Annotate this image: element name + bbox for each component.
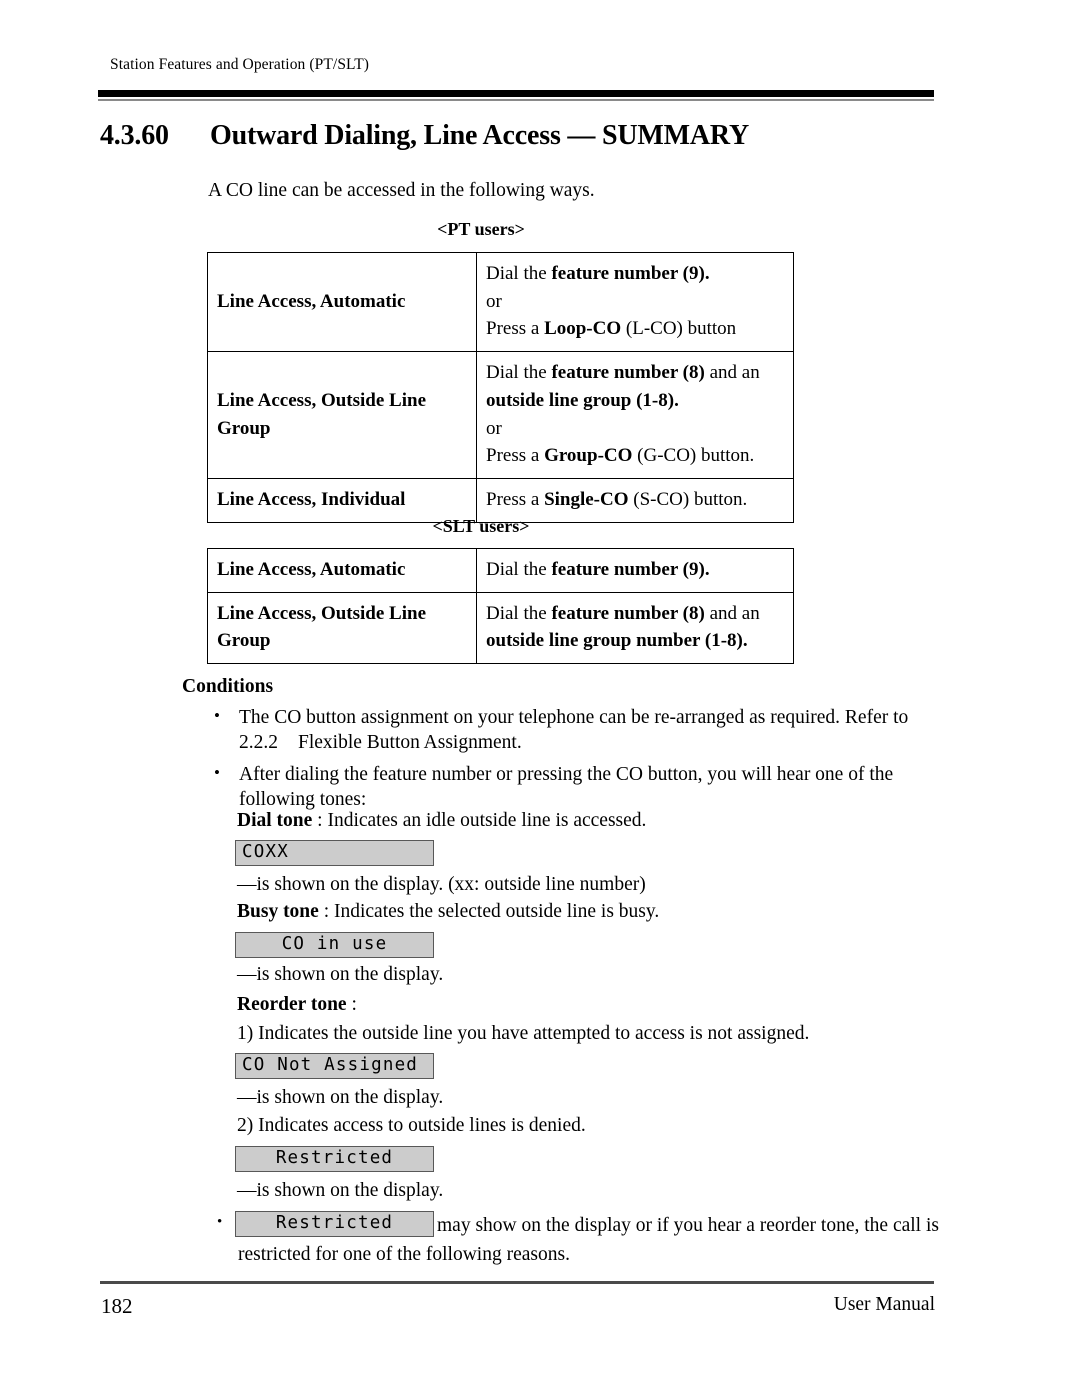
bullet-line-1: After dialing the feature number or pres… — [239, 763, 894, 785]
row-label: Line Access, Outside Line Group — [207, 591, 477, 665]
bullet-icon: • — [214, 706, 220, 725]
dial-tone-label: Dial tone — [237, 810, 313, 831]
reorder-tone-label: Reorder tone — [237, 994, 347, 1015]
list-item: • After dialing the feature number or pr… — [209, 763, 937, 813]
text-post: (S-CO) button. — [628, 489, 748, 511]
conditions-bullet-list: • The CO button assignment on your telep… — [209, 706, 937, 820]
bullet-line-1: The CO button assignment on your telepho… — [239, 707, 909, 728]
page-title: 4.3.60 Outward Dialing, Line Access — SUM… — [100, 120, 749, 152]
list-item: • The CO button assignment on your telep… — [209, 706, 937, 756]
lcd-display-restricted: Restricted — [235, 1146, 434, 1172]
text-pre: Dial the — [486, 559, 552, 580]
table-row: Line Access, Outside Line Group Dial the… — [207, 351, 794, 480]
lcd-display-coxx: COXX — [235, 840, 434, 866]
pt-users-table: Line Access, Automatic Dial the feature … — [207, 251, 794, 523]
slt-users-table: Line Access, Automatic Dial the feature … — [207, 548, 794, 665]
row-value: Dial the feature number (9). or Press a … — [476, 251, 794, 353]
row-label: Line Access, Outside Line Group — [207, 351, 477, 480]
footer-page-number: 182 — [101, 1294, 133, 1318]
busy-tone-desc: : Indicates the selected outside line is… — [318, 901, 660, 922]
text-post: and an — [704, 362, 760, 384]
text-post: (G-CO) button. — [632, 445, 755, 467]
final-bullet-tail: may show on the display or if you hear a… — [437, 1215, 939, 1236]
row-label: Line Access, Automatic — [207, 251, 477, 353]
section-number: 4.3.60 — [100, 120, 169, 151]
bullet-icon: • — [217, 1214, 223, 1230]
busy-tone-description: Busy tone : Indicates the selected outsi… — [237, 899, 937, 924]
text-pre: or — [486, 290, 502, 312]
text-bold: outside line group number (1-8). — [486, 630, 748, 652]
text-bold: feature number (9). — [551, 263, 710, 284]
bullet-icon: • — [214, 762, 220, 782]
lcd-display-co-not-assigned: CO Not Assigned — [235, 1053, 434, 1079]
text-bold: Loop-CO — [544, 318, 622, 340]
dial-tone-after-text: —is shown on the display. (xx: outside l… — [237, 874, 646, 895]
reorder-tone-desc: : — [346, 994, 357, 1015]
text-pre: Dial the — [486, 263, 552, 284]
header-rule — [98, 90, 934, 101]
dial-tone-desc: : Indicates an idle outside line is acce… — [312, 810, 647, 831]
section-title-text: Outward Dialing, Line Access — SUMMARY — [210, 120, 749, 151]
text-pre: Dial the — [486, 362, 552, 384]
row-value: Dial the feature number (9). — [476, 548, 794, 593]
table-row: Line Access, Automatic Dial the feature … — [207, 548, 794, 593]
reorder-item-2: 2) Indicates access to outside lines is … — [237, 1115, 586, 1136]
reorder-item-1: 1) Indicates the outside line you have a… — [237, 1023, 810, 1044]
reorder-item-1-after-text: —is shown on the display. — [237, 1087, 444, 1108]
text-post: and an — [704, 602, 760, 624]
footer-manual-label: User Manual — [833, 1294, 935, 1315]
dial-tone-description: Dial tone : Indicates an idle outside li… — [237, 808, 937, 833]
footer-rule — [100, 1281, 934, 1284]
text-pre: Press a — [486, 489, 545, 511]
text-pre: Press a — [486, 318, 545, 340]
text-post: (L-CO) button — [621, 318, 737, 340]
text-pre: Press a — [486, 445, 545, 467]
row-value: Dial the feature number (8) and an outsi… — [476, 591, 794, 665]
bullet-line-2: Flexible Button Assignment. — [298, 731, 522, 753]
row-value: Dial the feature number (8) and an outsi… — [476, 351, 794, 480]
table-row: Line Access, Automatic Dial the feature … — [207, 251, 794, 353]
conditions-heading: Conditions — [182, 676, 274, 697]
reorder-tone-description: Reorder tone : — [237, 992, 937, 1017]
text-bold: feature number (9). — [551, 559, 710, 580]
running-header: Station Features and Operation (PT/SLT) — [110, 56, 370, 73]
final-bullet-second-line: restricted for one of the following reas… — [238, 1244, 570, 1265]
text-bold: Single-CO — [544, 489, 629, 511]
reorder-item-2-after-text: —is shown on the display. — [237, 1180, 444, 1201]
busy-tone-after-text: —is shown on the display. — [237, 964, 444, 985]
intro-paragraph: A CO line can be accessed in the followi… — [208, 180, 595, 201]
document-page: Station Features and Operation (PT/SLT) … — [0, 0, 1080, 1397]
text-bold: feature number (8) — [551, 602, 705, 624]
pt-users-caption: <PT users> — [437, 219, 525, 239]
text-bold: Group-CO — [544, 445, 633, 467]
text-bold: feature number (8) — [551, 362, 705, 384]
text-pre: Dial the — [486, 602, 552, 624]
bullet-ref: 2.2.2 — [239, 731, 278, 753]
row-label: Line Access, Automatic — [207, 548, 477, 593]
lcd-display-co-in-use: CO in use — [235, 932, 434, 958]
table-row: Line Access, Outside Line Group Dial the… — [207, 591, 794, 665]
bullet-line-2: following tones: — [239, 788, 367, 810]
busy-tone-label: Busy tone — [237, 901, 319, 922]
text-bold: outside line group (1-8). — [486, 389, 679, 411]
lcd-display-restricted-inline: Restricted — [235, 1211, 434, 1237]
text-pre: or — [486, 417, 502, 439]
slt-users-caption: <SLT users> — [432, 516, 530, 536]
